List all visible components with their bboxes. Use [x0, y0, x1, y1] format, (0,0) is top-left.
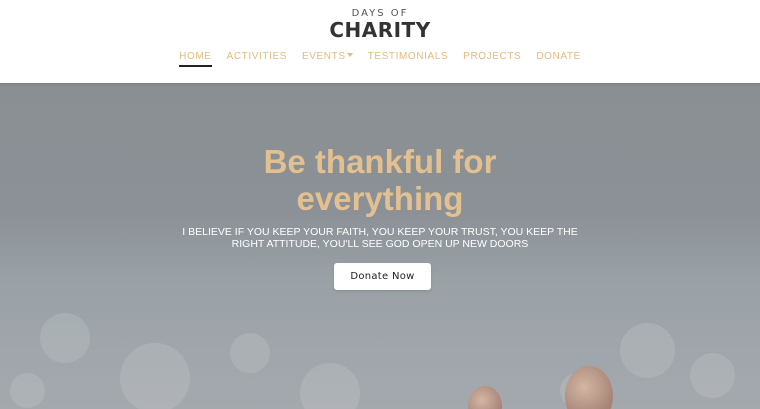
hand-image — [468, 386, 502, 409]
bokeh-decoration — [10, 373, 45, 408]
hero-title-line: everything — [296, 180, 464, 217]
bokeh-decoration — [120, 343, 190, 409]
hero-title: Be thankful for everything — [0, 143, 760, 217]
site-logo[interactable]: DAYS OF CHARITY — [0, 8, 760, 40]
nav-item-projects[interactable]: PROJECTS — [463, 51, 521, 67]
bokeh-decoration — [690, 353, 735, 398]
logo-main-text: CHARITY — [329, 18, 431, 42]
nav-item-events-label: EVENTS — [302, 51, 346, 62]
nav-item-testimonials[interactable]: TESTIMONIALS — [368, 51, 449, 67]
main-nav: HOME ACTIVITIES EVENTS TESTIMONIALS PROJ… — [0, 51, 760, 67]
nav-item-activities[interactable]: ACTIVITIES — [227, 51, 287, 67]
site-header: DAYS OF CHARITY HOME ACTIVITIES EVENTS T… — [0, 0, 760, 83]
hero-banner: Be thankful for everything I BELIEVE IF … — [0, 83, 760, 409]
bokeh-decoration — [620, 323, 675, 378]
hero-subtitle: I BELIEVE IF YOU KEEP YOUR FAITH, YOU KE… — [0, 226, 760, 250]
hand-image — [565, 366, 613, 409]
hero-subtitle-line: RIGHT ATTITUDE, YOU'LL SEE GOD OPEN UP N… — [231, 238, 529, 250]
hero-title-line: Be thankful for — [263, 143, 497, 180]
nav-item-home[interactable]: HOME — [179, 51, 212, 67]
hero-subtitle-line: I BELIEVE IF YOU KEEP YOUR FAITH, YOU KE… — [182, 226, 578, 238]
nav-item-donate[interactable]: DONATE — [536, 51, 581, 67]
donate-now-button[interactable]: Donate Now — [334, 263, 431, 290]
chevron-down-icon — [346, 53, 353, 57]
bokeh-decoration — [230, 333, 270, 373]
bokeh-decoration — [300, 363, 360, 409]
bokeh-decoration — [40, 313, 90, 363]
nav-item-events[interactable]: EVENTS — [302, 51, 353, 67]
